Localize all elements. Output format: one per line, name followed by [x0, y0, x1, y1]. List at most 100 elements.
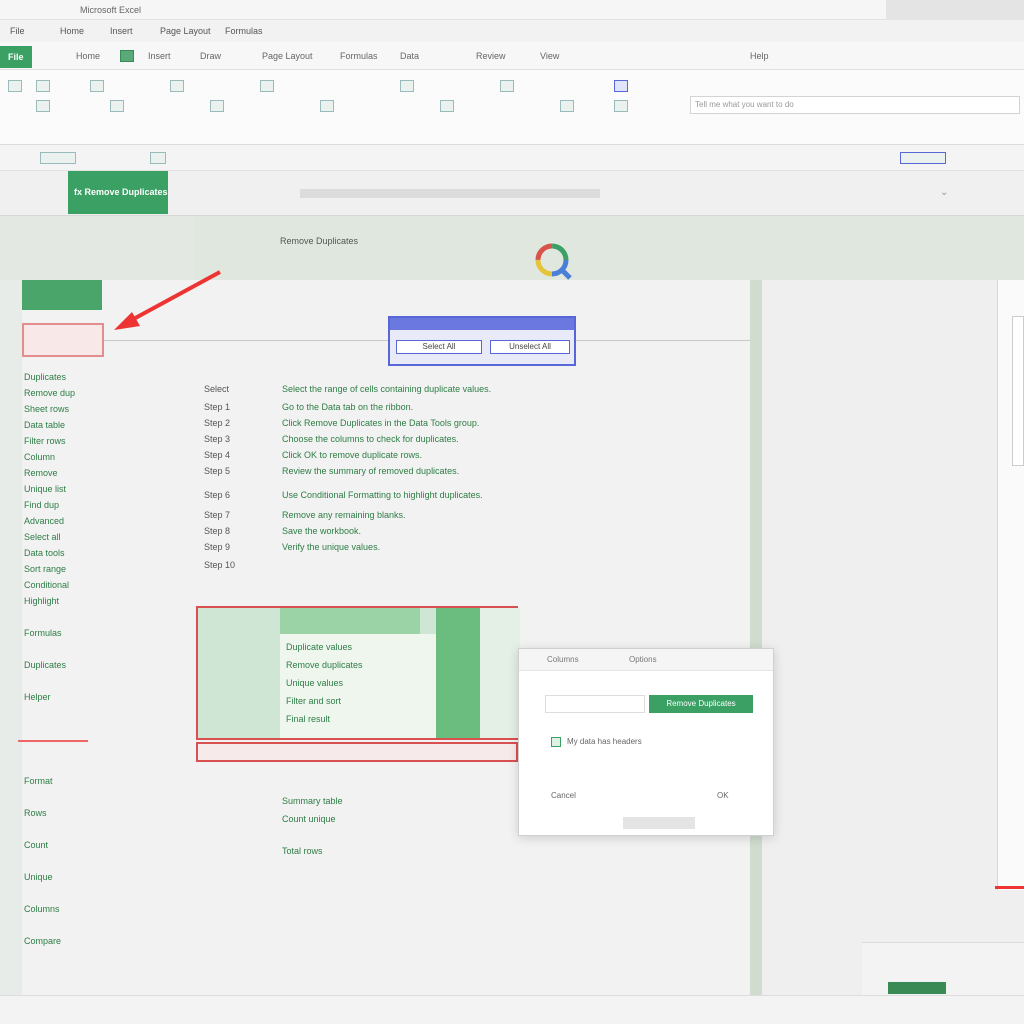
list-item: Unique [24, 872, 53, 882]
cut-icon[interactable] [36, 80, 50, 92]
table-cell: Remove any remaining blanks. [282, 510, 406, 520]
ribbon: Tell me what you want to do [0, 70, 1024, 145]
dialog-tab-columns[interactable]: Columns [547, 655, 607, 664]
window-title: Microsoft Excel [80, 5, 142, 15]
table-cell: Verify the unique values. [282, 542, 381, 552]
redo-icon[interactable] [150, 152, 166, 164]
merge-icon[interactable] [210, 100, 224, 112]
zoom-slider[interactable] [888, 982, 946, 994]
number-format-icon[interactable] [260, 80, 274, 92]
red-arrow-icon [114, 270, 221, 330]
undo-icon[interactable] [40, 152, 76, 164]
list-item: Conditional [24, 580, 70, 590]
table-icon[interactable] [400, 80, 414, 92]
band-title: Remove Duplicates [280, 236, 359, 246]
copy-icon[interactable] [36, 100, 50, 112]
list-item: Rows [24, 808, 47, 818]
table-cell: Remove duplicates [286, 660, 363, 670]
table-cell: Click OK to remove duplicate rows. [282, 450, 423, 460]
title-bar: Microsoft Excel [0, 0, 1024, 20]
quick-access-toolbar [0, 145, 1024, 171]
dialog-tab-options[interactable]: Options [629, 655, 689, 664]
table-cell: Save the workbook. [282, 526, 362, 536]
table-cell: Step 4 [204, 450, 231, 460]
tab-help[interactable]: Help [750, 48, 769, 64]
list-item: Count [24, 840, 49, 850]
find-icon[interactable] [614, 100, 628, 112]
table-cell: Count unique [282, 814, 336, 824]
list-item: Data table [24, 420, 66, 430]
table-cell: Filter and sort [286, 696, 342, 706]
align-icon[interactable] [170, 80, 184, 92]
remove-duplicates-button[interactable]: Remove Duplicates [649, 695, 753, 713]
save-icon[interactable] [120, 50, 134, 62]
paste-icon[interactable] [8, 80, 22, 92]
list-item: Highlight [24, 596, 60, 606]
vertical-scrollbar[interactable] [750, 280, 762, 995]
checkbox[interactable] [551, 737, 561, 747]
list-item: Formulas [24, 628, 62, 638]
menu-item-home[interactable]: Home [60, 26, 100, 36]
tab-data[interactable]: Data [400, 48, 419, 64]
selected-row[interactable] [196, 742, 518, 762]
tab-insert[interactable]: Insert [148, 48, 171, 64]
remove-duplicates-dialog[interactable]: Columns Options Remove Duplicates My dat… [518, 648, 774, 836]
list-item: Duplicates [24, 660, 67, 670]
sort-icon[interactable] [560, 100, 574, 112]
range-body: Duplicate values Remove duplicates Uniqu… [280, 634, 436, 738]
bold-icon[interactable] [90, 80, 104, 92]
table-cell: Step 2 [204, 418, 231, 428]
tab-file[interactable]: File [0, 46, 32, 68]
list-item: Compare [24, 936, 62, 946]
table-cell: Step 8 [204, 526, 231, 536]
tab-review[interactable]: Review [476, 48, 506, 64]
cell-styles-icon[interactable] [440, 100, 454, 112]
dialog-input[interactable] [545, 695, 645, 713]
menu-item-insert[interactable]: Insert [110, 26, 150, 36]
menu-item-formulas[interactable]: Formulas [225, 26, 265, 36]
select-all-button[interactable]: Select All [396, 340, 482, 354]
filter-icon[interactable] [614, 80, 628, 92]
red-marker [995, 886, 1024, 889]
window-controls[interactable] [886, 0, 1024, 20]
tab-view[interactable]: View [540, 48, 559, 64]
highlighted-range[interactable]: Duplicate values Remove duplicates Uniqu… [196, 606, 520, 740]
list-item: Data tools [24, 548, 65, 558]
list-item: Filter rows [24, 436, 66, 446]
table-cell: Summary table [282, 796, 343, 806]
conditional-format-icon[interactable] [320, 100, 334, 112]
bottom-bar [0, 995, 1024, 1024]
column-dropdown[interactable]: Select All Unselect All [388, 316, 576, 366]
italic-icon[interactable] [110, 100, 124, 112]
expand-icon[interactable]: ⌄ [940, 187, 948, 198]
insert-cells-icon[interactable] [500, 80, 514, 92]
tab-home[interactable]: Home [76, 48, 100, 64]
ok-button[interactable]: OK [717, 791, 747, 800]
table-cell: Total rows [282, 846, 323, 856]
formula-input[interactable] [300, 189, 600, 198]
dropdown-header [390, 318, 574, 330]
menu-item-file[interactable]: File [10, 26, 50, 36]
table-cell: Select the range of cells containing dup… [282, 384, 492, 394]
list-item: Advanced [24, 516, 65, 526]
formula-bar: fx Remove Duplicates ⌄ [0, 171, 1024, 216]
list-item: Helper [24, 692, 51, 702]
table-cell: Step 6 [204, 490, 231, 500]
selected-cell-range[interactable] [22, 323, 104, 357]
unselect-all-button[interactable]: Unselect All [490, 340, 570, 354]
checkbox-label: My data has headers [567, 737, 642, 746]
tab-draw[interactable]: Draw [200, 48, 221, 64]
menu-item-page-layout[interactable]: Page Layout [160, 26, 220, 36]
ribbon-search-input[interactable]: Tell me what you want to do [690, 96, 1020, 114]
tab-page-layout[interactable]: Page Layout [262, 48, 313, 64]
dialog-footer-bar [623, 817, 695, 829]
share-icon[interactable] [900, 152, 946, 164]
list-item: Select all [24, 532, 61, 542]
cancel-button[interactable]: Cancel [551, 791, 611, 800]
row-numbers [0, 280, 22, 995]
table-cell: Final result [286, 714, 331, 724]
name-box[interactable]: fx Remove Duplicates [68, 171, 168, 214]
selected-column-header[interactable] [22, 280, 102, 310]
table-cell: Choose the columns to check for duplicat… [282, 434, 459, 444]
tab-formulas[interactable]: Formulas [340, 48, 378, 64]
